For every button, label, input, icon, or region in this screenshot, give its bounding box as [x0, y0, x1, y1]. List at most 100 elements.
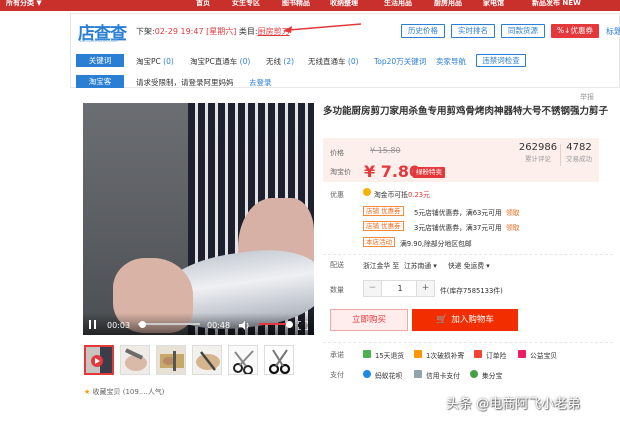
reviews-label: 累计评论: [525, 155, 551, 163]
watermark: 头条 @电商阿飞小老弟: [446, 397, 581, 412]
category-label: 类目:: [238, 27, 258, 36]
favorite-item[interactable]: ★ 收藏宝贝 (109....人气): [84, 387, 164, 397]
keyword-wireless-ztc[interactable]: 无线直通车 (0): [308, 56, 359, 67]
pause-icon[interactable]: [89, 320, 96, 329]
promise-item[interactable]: 1次破损补寄: [426, 350, 464, 360]
shelf-label: 下架:: [136, 27, 155, 36]
coupon-button[interactable]: %↓优惠券: [551, 24, 599, 38]
ship-to-select[interactable]: 江苏南通 ▾: [404, 260, 437, 270]
ship-from: 浙江金华 至: [363, 262, 400, 270]
sales-label: 交易成功: [566, 155, 592, 163]
nav-storage[interactable]: 收纳整理: [330, 0, 358, 8]
shelf-day: [星期六]: [206, 27, 237, 36]
forbidden-words-check-button[interactable]: 违禁词检查: [476, 54, 526, 67]
report-link[interactable]: 举报: [580, 92, 594, 102]
ship-method-select[interactable]: 快递 免运费 ▾: [448, 260, 490, 270]
shop-coupon-tag: 店铺 优惠券: [363, 206, 404, 216]
promise-item[interactable]: 15天退货: [375, 350, 404, 360]
same-source-button[interactable]: 同款货源: [501, 24, 545, 38]
buy-now-button[interactable]: 立即购买: [330, 309, 408, 331]
keywords-tag: 关键词: [76, 54, 124, 67]
thumbnail-image[interactable]: [156, 345, 186, 375]
quantity-input[interactable]: 1: [382, 281, 418, 296]
claim-coupon-link[interactable]: 领取: [506, 207, 520, 217]
coupon-text: 5元店铺优惠券，满63元可用: [414, 209, 502, 217]
keyword-label: 无线: [266, 57, 281, 66]
volume-icon[interactable]: [239, 321, 250, 330]
credit-card-icon: [414, 370, 422, 378]
insurance-icon: [474, 350, 482, 358]
promise-item[interactable]: 订单险: [486, 350, 506, 360]
payment-item[interactable]: 蚂蚁花呗: [375, 370, 402, 380]
keyword-wireless[interactable]: 无线 (2): [266, 56, 294, 67]
shelf-date: 02-29 19:47: [154, 27, 204, 36]
realtime-rank-button[interactable]: 实时排名: [451, 24, 495, 38]
thumbnail-image[interactable]: [264, 345, 294, 375]
title-link[interactable]: 标题: [606, 26, 620, 37]
quantity-stepper[interactable]: − 1 +: [363, 280, 435, 297]
scissors-icon: [265, 346, 293, 374]
nav-all-categories[interactable]: 所有分类 ▼: [6, 0, 42, 8]
sales-count: 4782: [566, 142, 592, 153]
damage-icon: [414, 350, 422, 358]
reviews-stat[interactable]: 262986 累计评论: [517, 142, 559, 163]
nav-books[interactable]: 图书精品: [282, 0, 310, 8]
thumbnail-image[interactable]: [228, 345, 258, 375]
add-to-cart-label: 加入购物车: [451, 315, 494, 325]
volume-bar[interactable]: [259, 323, 286, 325]
dianchacha-logo[interactable]: 店查查 DIANCHACHA.COM: [78, 19, 130, 44]
favorite-label: 收藏宝贝 (109....人气): [92, 388, 165, 396]
top20w-keywords-link[interactable]: Top20万关键词: [374, 56, 426, 67]
nav-appliance[interactable]: 家电馆: [483, 0, 504, 8]
huabei-icon: [363, 370, 371, 378]
product-video-player[interactable]: 00:03 00:48: [83, 103, 314, 335]
decrease-button[interactable]: −: [364, 281, 382, 296]
taobaoke-tag: 淘宝客: [76, 75, 124, 88]
nav-home[interactable]: 首页: [196, 0, 210, 8]
shop-activity-tag: 本店活动: [363, 237, 395, 247]
shipping-label: 配送: [330, 261, 344, 269]
claim-coupon-link[interactable]: 领取: [506, 222, 520, 232]
promise-label: 承诺: [330, 351, 344, 359]
charity-icon: [518, 350, 526, 358]
nav-new[interactable]: 新品发布 NEW: [532, 0, 581, 8]
add-to-cart-button[interactable]: 🛒 加入购物车: [412, 309, 518, 331]
thumbnail-video[interactable]: [84, 345, 114, 375]
seller-nav-link[interactable]: 卖家导航: [436, 56, 466, 67]
keyword-count: (0): [347, 57, 359, 66]
login-link[interactable]: 去登录: [249, 77, 272, 88]
quantity-label: 数量: [330, 286, 344, 294]
promise-item[interactable]: 公益宝贝: [530, 350, 557, 360]
keyword-label: 无线直通车: [308, 57, 346, 66]
thumbnail-image[interactable]: [120, 345, 150, 375]
history-price-button[interactable]: 历史价格: [401, 24, 445, 38]
video-progress-handle[interactable]: [138, 321, 146, 328]
return-icon: [363, 350, 371, 358]
keyword-count: (0): [239, 57, 251, 66]
coin-amount: 0.23元: [407, 191, 430, 199]
keyword-taobao-pc-ztc[interactable]: 淘宝PC直通车 (0): [190, 56, 250, 67]
video-duration: 00:48: [207, 321, 231, 330]
top-nav: 所有分类 ▼ 首页 女生专区 图书精品 收纳整理 生活用品 厨房用品 家电馆 新…: [0, 0, 620, 11]
nav-women[interactable]: 女生专区: [232, 0, 260, 8]
logo-subtext: DIANCHACHA.COM: [80, 38, 118, 43]
fullscreen-icon[interactable]: [298, 321, 308, 330]
nav-daily[interactable]: 生活用品: [384, 0, 412, 8]
increase-button[interactable]: +: [416, 281, 434, 296]
play-video-icon: [86, 347, 112, 373]
price-label: 价格: [330, 149, 344, 157]
keyword-taobao-pc[interactable]: 淘宝PC (0): [136, 56, 174, 67]
coin-offer: 淘金币可抵0.23元: [374, 189, 430, 199]
original-price: ¥ 15.80: [370, 146, 401, 155]
jifenbao-icon: [470, 370, 478, 378]
thumbnail-image[interactable]: [192, 345, 222, 375]
thumbnail-picture: [157, 346, 185, 374]
nav-kitchen[interactable]: 厨房用品: [434, 0, 462, 8]
keyword-count: (0): [163, 57, 174, 66]
payment-item[interactable]: 集分宝: [482, 370, 502, 380]
video-progress-bar[interactable]: [138, 323, 200, 325]
volume-handle[interactable]: [286, 321, 293, 328]
coin-icon: [363, 188, 371, 196]
payment-item[interactable]: 信用卡支付: [426, 370, 460, 380]
thumbnail-picture: [229, 346, 257, 374]
